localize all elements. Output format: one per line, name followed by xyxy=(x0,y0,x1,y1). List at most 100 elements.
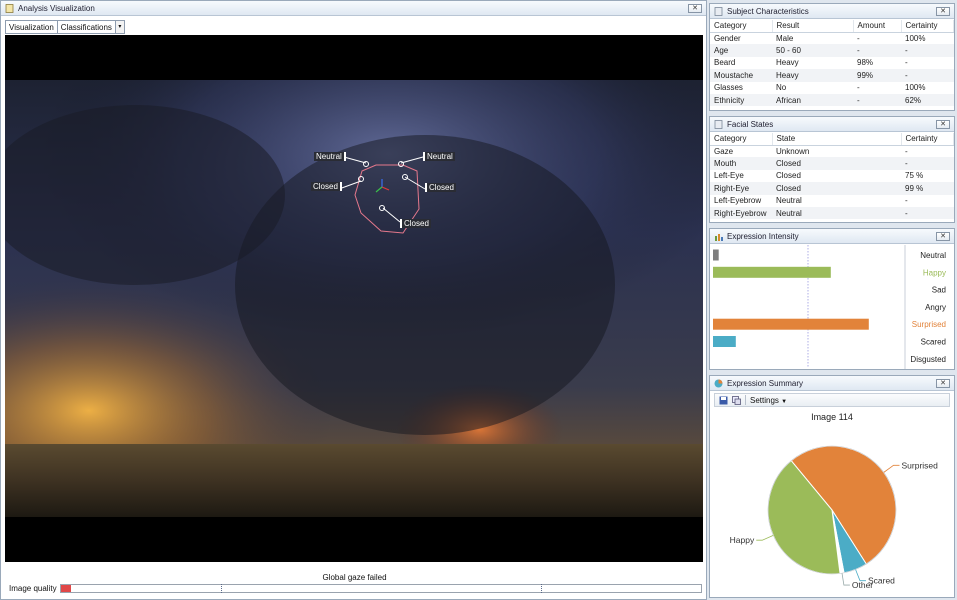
table-cell: - xyxy=(905,196,908,206)
table-cell: - xyxy=(901,69,954,82)
table-cell: Gaze xyxy=(714,146,734,156)
table-row[interactable]: Beard Heavy 98% - xyxy=(710,57,954,69)
intensity-bar xyxy=(713,336,736,347)
intensity-bar xyxy=(713,318,869,330)
pie-label: Happy xyxy=(730,535,755,545)
table-cell: Left-Eyebrow xyxy=(714,196,762,206)
table-cell: Mouth xyxy=(710,157,772,170)
panel-title: Subject Characteristics xyxy=(727,6,809,16)
table-cell: 62% xyxy=(901,93,954,107)
pie-title: Image 114 xyxy=(811,412,853,422)
summary-toolbar: Settings ▼ xyxy=(714,393,950,407)
panel-titlebar: Expression Summary ✕ xyxy=(710,376,954,391)
tab-classifications-label: Classifications xyxy=(60,23,112,32)
intensity-label: Scared xyxy=(921,338,946,347)
pie-label: Surprised xyxy=(901,460,938,470)
facial-states-panel: Facial States ✕ Category State Certainty… xyxy=(709,116,955,223)
table-row[interactable]: Ethnicity African -62% xyxy=(710,93,954,107)
table-row[interactable]: Gaze Unknown - xyxy=(710,145,954,157)
table-cell: - xyxy=(901,206,954,220)
table-row[interactable]: Glasses No - 100% xyxy=(710,82,954,94)
image-quality-bar xyxy=(60,584,702,593)
pie-label: Other xyxy=(852,580,873,590)
bar-chart-icon xyxy=(714,232,723,241)
table-row[interactable]: Mouth Closed - xyxy=(710,157,954,170)
close-icon[interactable]: ✕ xyxy=(688,4,702,13)
col-header[interactable]: Certainty xyxy=(901,20,954,33)
table-row[interactable]: Left-Eyebrow Neutral - xyxy=(710,195,954,207)
table-cell: Neutral xyxy=(772,206,901,220)
col-header[interactable]: Amount xyxy=(853,20,902,33)
table-cell: - xyxy=(853,44,901,57)
tab-bar: Visualization Classifications ▾ xyxy=(5,20,125,34)
table-cell: Unknown xyxy=(776,146,810,156)
table-cell: Right-Eye xyxy=(710,182,772,195)
label-right-eye: Closed xyxy=(425,183,456,192)
table-row[interactable]: Age 50 - 60- - xyxy=(710,44,954,57)
save-icon[interactable] xyxy=(719,396,728,405)
close-icon[interactable]: ✕ xyxy=(936,379,950,388)
table-row[interactable]: Right-Eyebrow Neutral - xyxy=(710,206,954,220)
col-header[interactable]: State xyxy=(772,133,902,146)
table-cell: - xyxy=(905,58,908,68)
analysis-visualization-panel: Analysis Visualization ✕ Visualization C… xyxy=(0,0,707,600)
intensity-label: Disgusted xyxy=(910,355,946,364)
table-cell: Male xyxy=(776,33,794,43)
image-viewport[interactable]: Neutral Neutral Closed Closed Closed xyxy=(5,35,703,562)
table-row[interactable]: Right-Eye Closed 99 % xyxy=(710,182,954,195)
close-icon[interactable]: ✕ xyxy=(936,232,950,241)
table-cell: 100% xyxy=(905,83,926,93)
col-header[interactable]: Certainty xyxy=(901,133,954,146)
settings-label: Settings xyxy=(750,395,779,405)
table-cell: 98% xyxy=(857,58,874,68)
quality-tick xyxy=(221,584,222,593)
intensity-bar xyxy=(713,249,719,261)
close-icon[interactable]: ✕ xyxy=(936,7,950,16)
table-cell: - xyxy=(857,33,860,43)
document-icon xyxy=(714,6,723,16)
copy-icon[interactable] xyxy=(732,395,741,405)
table-cell: 99 % xyxy=(901,182,954,195)
panel-title: Expression Summary xyxy=(727,378,804,388)
quality-tick xyxy=(541,584,542,593)
table-row[interactable]: Gender Male - 100% xyxy=(710,32,954,44)
table-cell: Neutral xyxy=(776,196,802,206)
table-cell: - xyxy=(901,44,954,57)
table-cell: Age xyxy=(710,44,772,57)
gaze-status-text: Global gaze failed xyxy=(322,573,387,582)
table-cell: Gender xyxy=(714,33,741,43)
table-cell: - xyxy=(905,146,908,156)
table-cell: Right-Eyebrow xyxy=(710,206,772,220)
expression-summary-pie: SurprisedScaredOtherHappy xyxy=(730,445,938,590)
chevron-down-icon[interactable]: ▾ xyxy=(115,20,125,34)
table-cell: Glasses xyxy=(714,83,743,93)
table-cell: No xyxy=(776,83,787,93)
subject-table: Category Result Amount Certainty Gender M… xyxy=(710,20,954,107)
panel-titlebar: Subject Characteristics ✕ xyxy=(710,4,954,19)
subject-characteristics-panel: Subject Characteristics ✕ Category Resul… xyxy=(709,3,955,111)
tab-classifications[interactable]: Classifications xyxy=(57,20,116,34)
table-cell: Moustache xyxy=(710,69,772,82)
table-cell: Closed xyxy=(772,157,901,170)
intensity-label: Surprised xyxy=(912,320,946,329)
col-header[interactable]: Category xyxy=(710,133,773,146)
table-row[interactable]: Left-Eye Closed 75 % xyxy=(710,170,954,182)
col-header[interactable]: Category xyxy=(710,20,773,33)
expression-intensity-chart: Neutral Happy Sad Angry Surprised Scared Disgu… xyxy=(713,245,946,369)
image-quality-fill xyxy=(61,585,71,592)
table-cell: - xyxy=(901,157,954,170)
intensity-label: Sad xyxy=(932,286,946,295)
panel-titlebar: Analysis Visualization ✕ xyxy=(1,1,706,16)
panel-title: Facial States xyxy=(727,119,774,129)
table-cell: Beard xyxy=(714,58,736,68)
label-left-brow: Neutral xyxy=(314,152,346,161)
close-icon[interactable]: ✕ xyxy=(936,120,950,129)
tab-visualization[interactable]: Visualization xyxy=(5,20,58,34)
table-cell: 99% xyxy=(853,69,901,82)
table-cell: Left-Eye xyxy=(714,171,744,181)
table-cell: Closed xyxy=(772,182,901,195)
table-row[interactable]: Moustache Heavy 99% - xyxy=(710,69,954,82)
table-cell: 75 % xyxy=(905,171,924,181)
col-header[interactable]: Result xyxy=(772,20,854,33)
settings-dropdown[interactable]: Settings ▼ xyxy=(750,396,787,405)
